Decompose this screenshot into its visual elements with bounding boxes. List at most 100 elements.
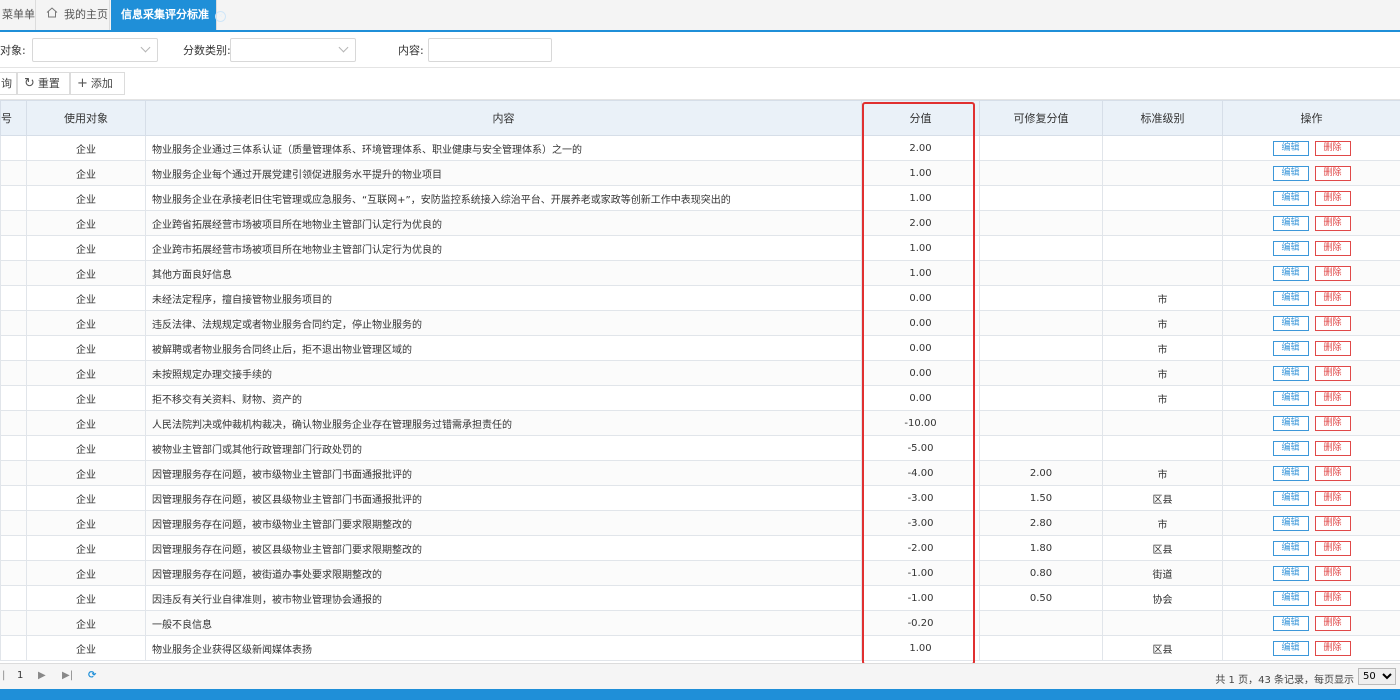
edit-button[interactable]: 编辑 (1272, 515, 1309, 531)
delete-button[interactable]: 删除 (1314, 515, 1351, 531)
table-row: 企业 因管理服务存在问题，被区县级物业主管部门要求限期整改的 -2.00 1.80 区县… (0, 535, 1400, 561)
row-actions-cell: 编辑 删除 (1222, 185, 1400, 211)
delete-button[interactable]: 删除 (1314, 615, 1351, 631)
row-actions-cell: 编辑 删除 (1222, 385, 1400, 411)
row-content-cell: 物业服务企业通过三体系认证（质量管理体系、环境管理体系、职业健康与安全管理体系）… (145, 135, 862, 161)
delete-button[interactable]: 删除 (1314, 640, 1351, 656)
edit-button[interactable]: 编辑 (1272, 490, 1309, 506)
edit-button[interactable]: 编辑 (1272, 340, 1309, 356)
row-index-cell (0, 260, 27, 286)
prev-page-icon[interactable]: | (2, 670, 5, 681)
row-score-cell: 2.00 (861, 135, 980, 161)
delete-button[interactable]: 删除 (1314, 365, 1351, 381)
edit-button[interactable]: 编辑 (1272, 390, 1309, 406)
row-index-cell (0, 410, 27, 436)
tab-home[interactable]: 我的主页 (36, 0, 110, 30)
category-select[interactable] (230, 38, 356, 62)
row-score-cell: 0.00 (861, 360, 980, 386)
delete-button[interactable]: 删除 (1314, 590, 1351, 606)
col-actions-header: 操作 (1222, 100, 1400, 136)
row-content-cell: 其他方面良好信息 (145, 260, 862, 286)
edit-button[interactable]: 编辑 (1272, 190, 1309, 206)
last-page-icon[interactable]: ▶| (62, 670, 73, 681)
row-target-cell: 企业 (26, 160, 146, 186)
add-label: 添加 (90, 77, 113, 90)
target-label: 对象: (0, 44, 26, 57)
table-row: 企业 未经法定程序，擅自接管物业服务项目的 0.00 市编辑 删除 (0, 285, 1400, 311)
row-repairable-cell (979, 410, 1103, 436)
row-target-cell: 企业 (26, 510, 146, 536)
row-repairable-cell (979, 360, 1103, 386)
delete-button[interactable]: 删除 (1314, 440, 1351, 456)
next-page-icon[interactable]: ▶ (38, 670, 46, 681)
edit-button[interactable]: 编辑 (1272, 415, 1309, 431)
current-page[interactable]: 1 (17, 670, 23, 681)
toolbar: 询 ↻ 重置 + 添加 (0, 68, 1400, 100)
close-icon[interactable]: ✕ (215, 11, 226, 22)
row-index-cell (0, 285, 27, 311)
edit-button[interactable]: 编辑 (1272, 315, 1309, 331)
delete-button[interactable]: 删除 (1314, 465, 1351, 481)
edit-button[interactable]: 编辑 (1272, 140, 1309, 156)
content-input[interactable] (428, 38, 552, 62)
table-row: 企业 因违反有关行业自律准则，被市物业管理协会通报的 -1.00 0.50 协会 编辑 删除 (0, 585, 1400, 611)
edit-button[interactable]: 编辑 (1272, 240, 1309, 256)
row-level-cell (1102, 610, 1223, 636)
delete-button[interactable]: 删除 (1314, 565, 1351, 581)
table-row: 企业 一般不良信息 -0.20 编辑 删除 (0, 610, 1400, 636)
row-index-cell (0, 210, 27, 236)
delete-button[interactable]: 删除 (1314, 390, 1351, 406)
edit-button[interactable]: 编辑 (1272, 590, 1309, 606)
tab-menu[interactable]: 菜单单 (0, 0, 36, 30)
tab-current[interactable]: 信息采集评分标准 ✕ (111, 0, 226, 30)
delete-button[interactable]: 删除 (1314, 315, 1351, 331)
delete-button[interactable]: 删除 (1314, 490, 1351, 506)
delete-button[interactable]: 删除 (1314, 190, 1351, 206)
edit-button[interactable]: 编辑 (1272, 440, 1309, 456)
edit-button[interactable]: 编辑 (1272, 615, 1309, 631)
edit-button[interactable]: 编辑 (1272, 215, 1309, 231)
row-score-cell: -5.00 (861, 435, 980, 461)
reset-button[interactable]: ↻ 重置 (17, 72, 70, 95)
row-level-cell: 市 (1102, 285, 1223, 311)
delete-button[interactable]: 删除 (1314, 215, 1351, 231)
row-level-cell: 区县 (1102, 635, 1223, 661)
delete-button[interactable]: 删除 (1314, 165, 1351, 181)
row-content-cell: 因管理服务存在问题，被街道办事处要求限期整改的 (145, 560, 862, 586)
delete-button[interactable]: 删除 (1314, 240, 1351, 256)
edit-button[interactable]: 编辑 (1272, 290, 1309, 306)
delete-button[interactable]: 删除 (1314, 265, 1351, 281)
row-level-cell: 市 (1102, 460, 1223, 486)
row-content-cell: 物业服务企业在承接老旧住宅管理或应急服务、“互联网+”，安防监控系统接入综治平台… (145, 185, 862, 211)
edit-button[interactable]: 编辑 (1272, 465, 1309, 481)
row-content-cell: 物业服务企业获得区级新闻媒体表扬 (145, 635, 862, 661)
table-row: 企业 因管理服务存在问题，被市级物业主管部门书面通报批评的 -4.00 2.00 市编辑… (0, 460, 1400, 486)
row-target-cell: 企业 (26, 285, 146, 311)
delete-button[interactable]: 删除 (1314, 140, 1351, 156)
edit-button[interactable]: 编辑 (1272, 365, 1309, 381)
row-score-cell: 0.00 (861, 385, 980, 411)
refresh-icon: ↻ (24, 76, 35, 91)
target-select[interactable] (32, 38, 158, 62)
refresh-icon[interactable]: ⟳ (88, 670, 96, 681)
page-size-select[interactable]: 50 (1358, 668, 1396, 685)
delete-button[interactable]: 删除 (1314, 340, 1351, 356)
edit-button[interactable]: 编辑 (1272, 565, 1309, 581)
row-actions-cell: 编辑 删除 (1222, 485, 1400, 511)
delete-button[interactable]: 删除 (1314, 415, 1351, 431)
row-content-cell: 因管理服务存在问题，被区县级物业主管部门书面通报批评的 (145, 485, 862, 511)
add-button[interactable]: + 添加 (70, 72, 125, 95)
query-button[interactable]: 询 (0, 72, 17, 95)
table-body: 企业 物业服务企业通过三体系认证（质量管理体系、环境管理体系、职业健康与安全管理体… (0, 135, 1400, 661)
row-target-cell: 企业 (26, 410, 146, 436)
row-index-cell (0, 485, 27, 511)
delete-button[interactable]: 删除 (1314, 290, 1351, 306)
row-actions-cell: 编辑 删除 (1222, 260, 1400, 286)
row-target-cell: 企业 (26, 235, 146, 261)
edit-button[interactable]: 编辑 (1272, 165, 1309, 181)
row-repairable-cell (979, 260, 1103, 286)
delete-button[interactable]: 删除 (1314, 540, 1351, 556)
edit-button[interactable]: 编辑 (1272, 265, 1309, 281)
edit-button[interactable]: 编辑 (1272, 640, 1309, 656)
edit-button[interactable]: 编辑 (1272, 540, 1309, 556)
